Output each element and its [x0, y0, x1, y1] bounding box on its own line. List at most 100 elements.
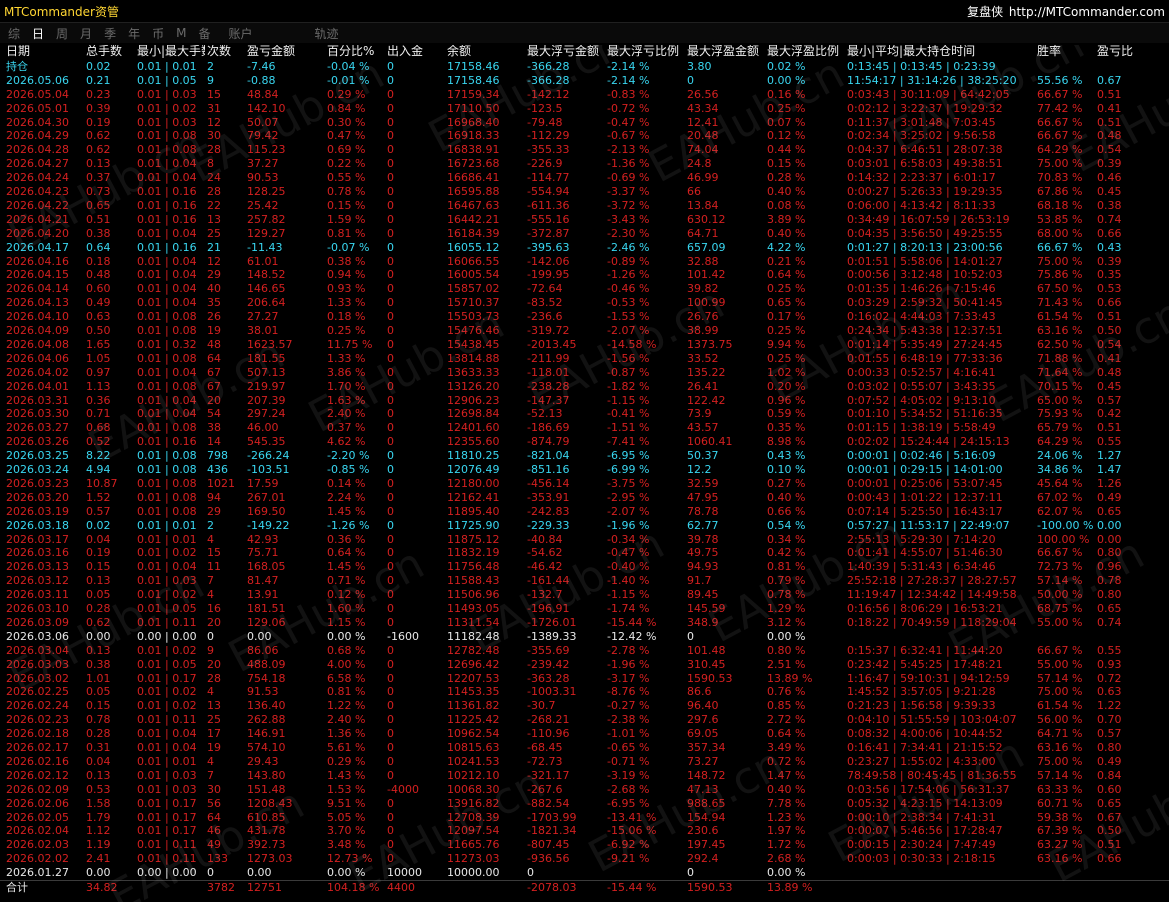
table-row[interactable]: 2026.02.17 0.31 0.01 | 0.04 19 574.10 5.61 % 0…: [0, 741, 1169, 755]
column-header[interactable]: 日期: [6, 45, 84, 59]
table-row[interactable]: 2026.04.29 0.62 0.01 | 0.08 30 79.42 0.47 % 0 1…: [0, 129, 1169, 143]
table-row[interactable]: 2026.03.06 0.00 0.00 | 0.00 0 0.00 0.00 % -160…: [0, 630, 1169, 644]
total-row[interactable]: 合计 34.82 3782 12751 104.18 % 4400 -2078.03 -15.…: [0, 880, 1169, 895]
column-header[interactable]: 最大浮盈比例: [767, 45, 847, 59]
table-row[interactable]: 2026.04.08 1.65 0.01 | 0.32 48 1623.57 11.75 …: [0, 338, 1169, 352]
table-row[interactable]: 2026.03.02 1.01 0.01 | 0.17 28 754.18 6.58 % 0…: [0, 672, 1169, 686]
table-row[interactable]: 2026.04.13 0.49 0.01 | 0.04 35 206.64 1.33 % 0…: [0, 296, 1169, 310]
table-row[interactable]: 2026.02.02 2.41 0.01 | 0.11 133 1273.03 12.73…: [0, 852, 1169, 866]
table-cell: 0.78 %: [767, 588, 806, 602]
table-cell: 0.25 %: [767, 351, 806, 365]
table-row[interactable]: 2026.02.09 0.53 0.01 | 0.03 30 151.48 1.53 % -…: [0, 783, 1169, 797]
tab-8[interactable]: 备: [198, 25, 210, 42]
table-row[interactable]: 2026.03.30 0.71 0.01 | 0.04 54 297.24 2.40 % 0…: [0, 407, 1169, 421]
brand-link[interactable]: 复盘侠 http://MTCommander.com: [967, 3, 1169, 20]
table-row[interactable]: 2026.02.23 0.78 0.01 | 0.11 25 262.88 2.40 % 0…: [0, 713, 1169, 727]
tab-0[interactable]: 综: [8, 25, 20, 42]
column-header[interactable]: 出入金: [387, 45, 445, 59]
table-row[interactable]: 2026.02.03 1.19 0.01 | 0.11 49 392.73 3.48 % 0…: [0, 838, 1169, 852]
table-row[interactable]: 2026.02.18 0.28 0.01 | 0.04 17 146.91 1.36 % 0…: [0, 727, 1169, 741]
table-row[interactable]: 2026.04.24 0.37 0.01 | 0.04 24 90.53 0.55 % 0 1…: [0, 171, 1169, 185]
brand-url[interactable]: http://MTCommander.com: [1009, 5, 1165, 19]
table-row[interactable]: 2026.04.09 0.50 0.01 | 0.08 19 38.01 0.25 % 0 1…: [0, 324, 1169, 338]
tab-5[interactable]: 年: [128, 25, 140, 42]
table-row[interactable]: 2026.03.26 0.52 0.01 | 0.16 14 545.35 4.62 % 0…: [0, 435, 1169, 449]
table-row[interactable]: 2026.03.11 0.05 0.01 | 0.02 4 13.91 0.12 % 0 11…: [0, 588, 1169, 602]
tab-1[interactable]: 日: [32, 25, 44, 42]
table-row[interactable]: 2026.03.12 0.13 0.01 | 0.03 7 81.47 0.71 % 0 11…: [0, 574, 1169, 588]
tab-4[interactable]: 季: [104, 25, 116, 42]
table-cell: 0.42 %: [767, 546, 806, 560]
table-row[interactable]: 2026.02.04 1.12 0.01 | 0.17 46 431.78 3.70 % 0…: [0, 824, 1169, 838]
table-row[interactable]: 2026.03.18 0.02 0.01 | 0.01 2 -149.22 -1.26 %…: [0, 519, 1169, 533]
table-row[interactable]: 2026.04.10 0.63 0.01 | 0.08 26 27.27 0.18 % 0 1…: [0, 310, 1169, 324]
table-row[interactable]: 2026.04.21 0.51 0.01 | 0.16 13 257.82 1.59 % 0…: [0, 213, 1169, 227]
table-cell: 0.78 %: [327, 185, 366, 198]
table-row[interactable]: 2026.03.23 10.87 0.01 | 0.08 1021 17.59 0.14 …: [0, 477, 1169, 491]
table-cell: 94: [207, 490, 221, 504]
tab-3[interactable]: 月: [80, 25, 92, 42]
table-row[interactable]: 2026.04.28 0.62 0.01 | 0.08 28 115.23 0.69 % 0…: [0, 143, 1169, 157]
table-row[interactable]: 2026.03.04 0.13 0.01 | 0.02 9 86.06 0.68 % 0 12…: [0, 644, 1169, 658]
table-row[interactable]: 2026.02.06 1.58 0.01 | 0.17 56 1208.43 9.51 %…: [0, 797, 1169, 811]
column-header[interactable]: 总手数: [86, 45, 136, 59]
table-row[interactable]: 2026.04.06 1.05 0.01 | 0.08 64 181.55 1.33 % 0…: [0, 352, 1169, 366]
table-row[interactable]: 2026.02.12 0.13 0.01 | 0.03 7 143.80 1.43 % 0 1…: [0, 769, 1169, 783]
table-row[interactable]: 2026.03.03 0.38 0.01 | 0.05 20 488.09 4.00 % 0…: [0, 658, 1169, 672]
table-row[interactable]: 2026.02.05 1.79 0.01 | 0.17 64 610.85 5.05 % 0…: [0, 811, 1169, 825]
column-header[interactable]: 最大浮亏金额: [527, 45, 607, 59]
column-header[interactable]: 盈亏比: [1097, 45, 1157, 59]
table-row[interactable]: 2026.04.20 0.38 0.01 | 0.04 25 129.27 0.81 % 0…: [0, 227, 1169, 241]
table-row[interactable]: 2026.01.27 0.00 0.00 | 0.00 0 0.00 0.00 % 1000…: [0, 866, 1169, 880]
table-row[interactable]: 2026.03.17 0.04 0.01 | 0.01 4 42.93 0.36 % 0 11…: [0, 533, 1169, 547]
table-row[interactable]: 2026.04.27 0.13 0.01 | 0.04 8 37.27 0.22 % 0 16…: [0, 157, 1169, 171]
table-cell: 50.37: [687, 449, 719, 463]
column-header[interactable]: 最大浮盈金额: [687, 45, 767, 59]
table-row[interactable]: 2026.02.16 0.04 0.01 | 0.01 4 29.43 0.29 % 0 10…: [0, 755, 1169, 769]
column-header[interactable]: 最小|最大手数: [137, 45, 205, 59]
table-row[interactable]: 2026.05.01 0.39 0.01 | 0.02 31 142.10 0.84 % 0…: [0, 102, 1169, 116]
table-row[interactable]: 持仓 0.02 0.01 | 0.01 2 -7.46 -0.04 % 0 17158.46 -…: [0, 60, 1169, 74]
table-row[interactable]: 2026.05.04 0.23 0.01 | 0.03 15 48.84 0.29 % 0 1…: [0, 88, 1169, 102]
column-header[interactable]: 胜率: [1037, 45, 1097, 59]
column-header[interactable]: 百分比%: [327, 45, 387, 59]
column-header[interactable]: 最大浮亏比例: [607, 45, 687, 59]
table-row[interactable]: 2026.02.25 0.05 0.01 | 0.02 4 91.53 0.81 % 0 11…: [0, 685, 1169, 699]
tab-6[interactable]: 币: [152, 25, 164, 42]
table-cell: 55.00 %: [1037, 657, 1083, 671]
table-cell: 0.63: [86, 310, 111, 324]
column-header[interactable]: 次数: [207, 45, 247, 59]
tab-10[interactable]: 轨迹: [315, 25, 339, 42]
table-row[interactable]: 2026.03.10 0.28 0.01 | 0.05 16 181.51 1.60 % 0…: [0, 602, 1169, 616]
table-row[interactable]: 2026.03.31 0.36 0.01 | 0.04 20 207.39 1.63 % 0…: [0, 394, 1169, 408]
tab-7[interactable]: M: [176, 26, 186, 40]
table-row[interactable]: 2026.04.14 0.60 0.01 | 0.04 40 146.65 0.93 % 0…: [0, 282, 1169, 296]
table-row[interactable]: 2026.03.25 8.22 0.01 | 0.08 798 -266.24 -2.20…: [0, 449, 1169, 463]
table-row[interactable]: 2026.03.19 0.57 0.01 | 0.08 29 169.50 1.45 % 0…: [0, 505, 1169, 519]
column-header[interactable]: 余额: [447, 45, 527, 59]
table-cell: -1.15 %: [607, 588, 650, 602]
tab-2[interactable]: 周: [56, 25, 68, 42]
table-row[interactable]: 2026.04.17 0.64 0.01 | 0.16 21 -11.43 -0.07 %…: [0, 241, 1169, 255]
table-row[interactable]: 2026.03.16 0.19 0.01 | 0.02 15 75.71 0.64 % 0 1…: [0, 546, 1169, 560]
table-row[interactable]: 2026.02.24 0.15 0.01 | 0.02 13 136.40 1.22 % 0…: [0, 699, 1169, 713]
table-row[interactable]: 2026.04.15 0.48 0.01 | 0.04 29 148.52 0.94 % 0…: [0, 268, 1169, 282]
column-header[interactable]: 盈亏金额: [247, 45, 327, 59]
tab-9[interactable]: 账户: [228, 25, 252, 42]
table-row[interactable]: 2026.03.13 0.15 0.01 | 0.04 11 168.05 1.45 % 0…: [0, 560, 1169, 574]
table-row[interactable]: 2026.04.30 0.19 0.01 | 0.03 12 50.07 0.30 % 0 1…: [0, 116, 1169, 130]
table-row[interactable]: 2026.04.23 0.73 0.01 | 0.16 28 128.25 0.78 % 0…: [0, 185, 1169, 199]
column-header[interactable]: 最小|平均|最大持仓时间: [847, 45, 1037, 59]
brand-name[interactable]: 复盘侠: [967, 5, 1003, 19]
table-row[interactable]: 2026.03.09 0.62 0.01 | 0.11 20 129.06 1.15 % 0…: [0, 616, 1169, 630]
table-cell: 0.01 | 0.02: [137, 546, 197, 560]
table-row[interactable]: 2026.05.06 0.21 0.01 | 0.05 9 -0.88 -0.01 % 0 1…: [0, 74, 1169, 88]
table-row[interactable]: 2026.04.22 0.65 0.01 | 0.16 22 25.42 0.15 % 0 1…: [0, 199, 1169, 213]
table-cell: 1.43 %: [327, 768, 366, 782]
table-row[interactable]: 2026.04.01 1.13 0.01 | 0.08 67 219.97 1.70 % 0…: [0, 380, 1169, 394]
table-row[interactable]: 2026.04.16 0.18 0.01 | 0.04 12 61.01 0.38 % 0 1…: [0, 255, 1169, 269]
table-row[interactable]: 2026.03.20 1.52 0.01 | 0.08 94 267.01 2.24 % 0…: [0, 491, 1169, 505]
table-row[interactable]: 2026.04.02 0.97 0.01 | 0.04 67 507.13 3.86 % 0…: [0, 366, 1169, 380]
table-row[interactable]: 2026.03.27 0.68 0.01 | 0.08 38 46.00 0.37 % 0 1…: [0, 421, 1169, 435]
table-row[interactable]: 2026.03.24 4.94 0.01 | 0.08 436 -103.51 -0.85…: [0, 463, 1169, 477]
